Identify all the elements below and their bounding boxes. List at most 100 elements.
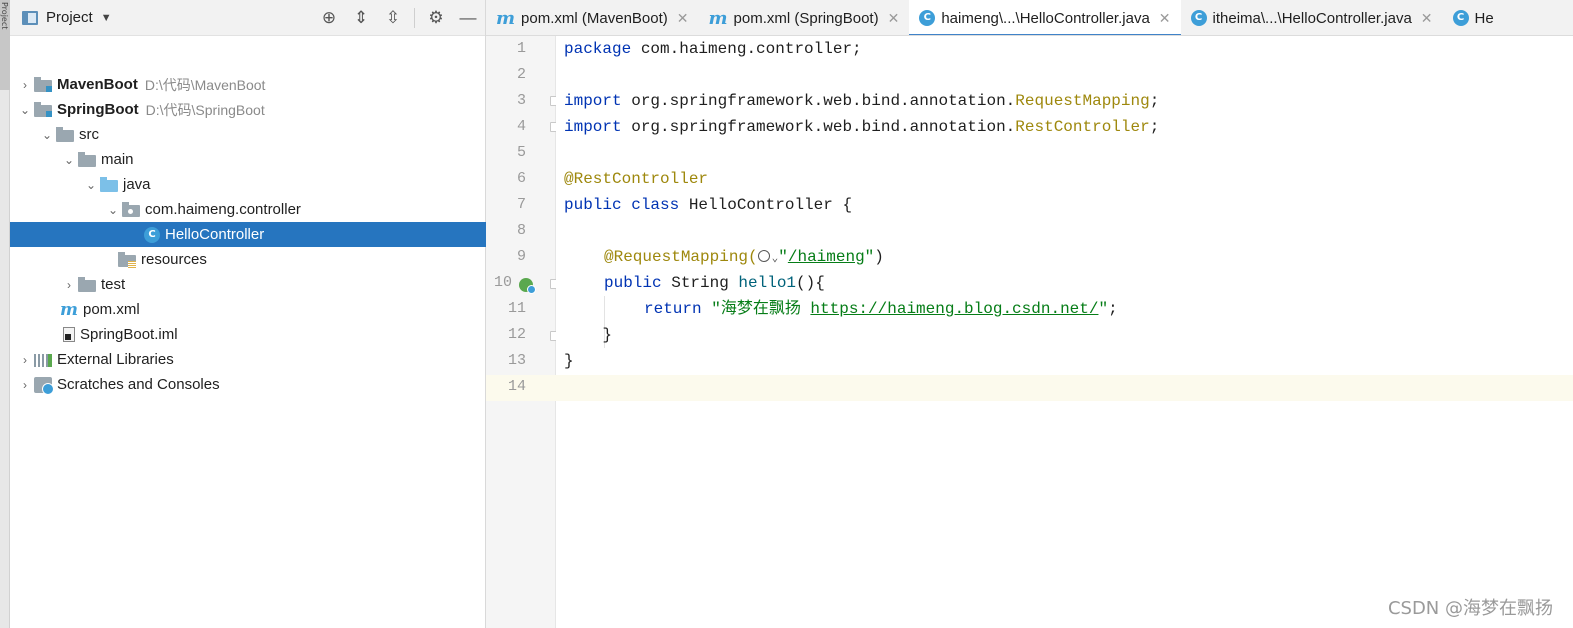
expand-all-icon[interactable]: ⇕: [350, 7, 372, 29]
class-icon: C: [1190, 10, 1207, 26]
project-tool-tab-label: Project: [0, 2, 9, 30]
keyword: public class: [564, 196, 680, 214]
line-number: 8: [516, 222, 526, 239]
tree-item-label: resources: [141, 251, 207, 268]
code-editor[interactable]: package com.haimeng.controller; import o…: [556, 36, 1573, 628]
line-number: 7: [516, 196, 526, 213]
project-view-icon: [22, 10, 38, 25]
project-view-selector[interactable]: Project: [46, 9, 93, 26]
string-literal: "海梦在飘扬: [701, 300, 811, 318]
chevron-down-icon[interactable]: ⌄: [82, 178, 100, 192]
chevron-down-icon[interactable]: ⌄: [38, 128, 56, 142]
code-line-9: @RequestMapping(⌄"/haimeng"): [604, 244, 884, 270]
run-endpoint-icon[interactable]: [519, 278, 536, 294]
tree-item-pom[interactable]: m pom.xml: [10, 297, 486, 322]
keyword: return: [644, 300, 702, 318]
collapse-all-icon[interactable]: ⇳: [382, 7, 404, 29]
tab-overflow[interactable]: C He: [1443, 0, 1504, 35]
mapping-url[interactable]: /haimeng: [788, 248, 865, 266]
tree-item-resources[interactable]: resources: [10, 247, 486, 272]
close-icon[interactable]: ✕: [1421, 10, 1433, 27]
tab-label: He: [1474, 9, 1494, 27]
tab-itheima-hellocontroller[interactable]: C itheima\...\HelloController.java ✕: [1181, 0, 1443, 35]
close-icon[interactable]: ✕: [677, 10, 689, 27]
tree-item-test[interactable]: › test: [10, 272, 486, 297]
import-path: org.springframework.web.bind.annotation.: [621, 92, 1016, 110]
chevron-right-icon[interactable]: ›: [60, 278, 78, 292]
folder-icon: [78, 276, 96, 292]
method-params: (){: [796, 274, 825, 292]
chevron-right-icon[interactable]: ›: [16, 353, 34, 367]
tab-haimeng-hellocontroller[interactable]: C haimeng\...\HelloController.java ✕: [909, 0, 1181, 35]
close-icon[interactable]: ✕: [888, 10, 900, 27]
chevron-right-icon[interactable]: ›: [16, 78, 34, 92]
code-line-3: import org.springframework.web.bind.anno…: [564, 88, 1159, 114]
line-number: 14: [507, 378, 526, 395]
string-quote: ": [864, 248, 875, 266]
tree-item-scratches[interactable]: › Scratches and Consoles: [10, 372, 486, 397]
toolbar-divider: [414, 8, 415, 28]
annotation: @RestController: [564, 170, 709, 188]
maven-icon: m: [496, 7, 516, 29]
code-line-6: @RestController: [564, 166, 708, 192]
tree-item-label: com.haimeng.controller: [145, 201, 301, 218]
chevron-down-icon[interactable]: ⌄: [104, 203, 122, 217]
keyword: import: [564, 118, 622, 136]
maven-icon: m: [708, 7, 728, 29]
tree-item-package[interactable]: ⌄ com.haimeng.controller: [10, 197, 486, 222]
keyword: public: [604, 274, 662, 292]
string-url[interactable]: https://haimeng.blog.csdn.net/: [810, 300, 1098, 318]
source-folder-icon: [100, 176, 118, 192]
project-panel-header: Project ▼ ⊕ ⇕ ⇳ ⚙ —: [10, 0, 485, 36]
line-number: 5: [516, 144, 526, 161]
left-tool-strip: Project: [0, 0, 20, 628]
tab-pom-mavenboot[interactable]: m pom.xml (MavenBoot) ✕: [486, 0, 699, 35]
tree-item-label: src: [79, 126, 99, 143]
return-type: String: [661, 274, 739, 292]
code-line-7: public class HelloController {: [564, 192, 852, 218]
class-icon: C: [919, 10, 936, 26]
minimize-icon[interactable]: —: [457, 7, 479, 29]
locate-icon[interactable]: ⊕: [318, 7, 340, 29]
resources-folder-icon: [118, 251, 136, 268]
tree-item-main[interactable]: ⌄ main: [10, 147, 486, 172]
tree-item-label: HelloController: [165, 226, 265, 243]
method-name: hello1: [738, 274, 797, 292]
line-number: 12: [507, 326, 526, 343]
chevron-down-icon[interactable]: ⌄: [16, 103, 34, 117]
tree-item-external-libraries[interactable]: › External Libraries: [10, 347, 486, 372]
code-line-4: import org.springframework.web.bind.anno…: [564, 114, 1159, 140]
project-panel: Project ▼ ⊕ ⇕ ⇳ ⚙ — › MavenBoot D:\代码\Ma…: [10, 0, 486, 628]
chevron-right-icon[interactable]: ›: [16, 378, 34, 392]
editor-gutter[interactable]: 1 2 3 4 5 6 7 8 9 10 11 12 13 14: [486, 36, 559, 628]
line-number: 1: [516, 40, 526, 57]
semicolon: ;: [1149, 92, 1160, 110]
line-number: 4: [516, 118, 526, 135]
globe-icon[interactable]: [757, 250, 770, 262]
maven-icon: m: [60, 299, 78, 320]
code-line-12: }: [564, 326, 613, 344]
tab-label: pom.xml (SpringBoot): [733, 9, 879, 27]
tree-item-label: pom.xml: [83, 301, 140, 318]
line-number: 9: [516, 248, 526, 265]
tab-label: itheima\...\HelloController.java: [1212, 9, 1412, 27]
tree-item-mavenboot[interactable]: › MavenBoot D:\代码\MavenBoot: [10, 72, 486, 97]
tree-item-springboot[interactable]: ⌄ SpringBoot D:\代码\SpringBoot: [10, 97, 486, 122]
folder-icon: [78, 151, 96, 167]
close-icon[interactable]: ✕: [1159, 10, 1171, 27]
chevron-down-icon[interactable]: ▼: [101, 12, 112, 24]
gear-icon[interactable]: ⚙: [425, 7, 447, 29]
line-number: 2: [516, 66, 526, 83]
tree-item-src[interactable]: ⌄ src: [10, 122, 486, 147]
tree-item-iml[interactable]: SpringBoot.iml: [10, 322, 486, 347]
line-number: 10: [493, 274, 512, 291]
tree-item-java[interactable]: ⌄ java: [10, 172, 486, 197]
chevron-down-icon[interactable]: ⌄: [60, 153, 78, 167]
code-line-13: }: [564, 352, 574, 370]
tree-item-hellocontroller[interactable]: C HelloController: [10, 222, 486, 247]
line-number: 13: [507, 352, 526, 369]
tree-item-label: SpringBoot.iml: [80, 326, 178, 343]
tab-pom-springboot[interactable]: m pom.xml (SpringBoot) ✕: [699, 0, 910, 35]
tree-item-label: test: [101, 276, 126, 293]
line-number: 6: [516, 170, 526, 187]
